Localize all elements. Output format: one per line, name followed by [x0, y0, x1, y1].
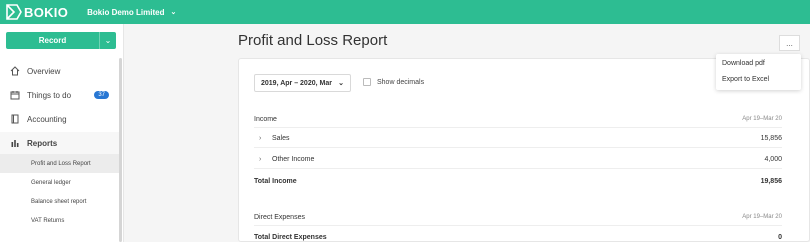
total-direct-expenses-value: 0 [778, 233, 782, 241]
income-label: Income [254, 115, 277, 123]
sidebar-item-label: Reports [27, 138, 58, 148]
sidebar-item-overview[interactable]: Overview [0, 60, 119, 82]
total-income-label: Total Income [254, 177, 297, 185]
income-header-row: Income Apr 19–Mar 20 [254, 111, 782, 128]
sales-row[interactable]: › Sales 15,856 [254, 129, 782, 148]
calendar-icon [10, 90, 20, 100]
logo-text: BOKIO [24, 4, 69, 20]
record-button[interactable]: Record [6, 32, 99, 49]
sales-label: Sales [272, 134, 290, 142]
sidebar-subitem-profit-and-loss[interactable]: Profit and Loss Report [0, 154, 119, 173]
direct-expenses-header-row: Direct Expenses Apr 19–Mar 20 [254, 209, 782, 226]
bar-chart-icon [10, 138, 20, 148]
more-icon: ... [786, 38, 793, 48]
other-income-row[interactable]: › Other Income 4,000 [254, 150, 782, 169]
sales-value: 15,856 [760, 134, 782, 142]
period-select[interactable]: 2019, Apr – 2020, Mar ⌄ [254, 74, 351, 92]
sidebar: Record ⌄ Overview Things to do 37 Accoun… [0, 24, 124, 242]
sidebar-item-reports[interactable]: Reports [0, 132, 119, 154]
chevron-down-icon: ⌄ [104, 36, 112, 45]
sidebar-scrollbar[interactable] [119, 58, 122, 242]
more-options-button[interactable]: ... [779, 35, 800, 51]
chevron-down-icon: ⌄ [170, 9, 177, 16]
show-decimals-label: Show decimals [377, 78, 425, 86]
sidebar-subitem-label: Profit and Loss Report [31, 160, 91, 167]
show-decimals-checkbox[interactable] [363, 78, 371, 86]
things-to-do-badge: 37 [94, 91, 109, 99]
period-select-value: 2019, Apr – 2020, Mar [261, 79, 332, 87]
bokio-logo-icon [6, 4, 22, 20]
sidebar-subitem-label: Balance sheet report [31, 198, 87, 205]
sidebar-item-label: Overview [27, 66, 61, 76]
sidebar-subitem-label: VAT Returns [31, 217, 65, 224]
home-icon [10, 66, 20, 76]
record-dropdown-button[interactable]: ⌄ [99, 32, 116, 49]
direct-expenses-period: Apr 19–Mar 20 [742, 214, 782, 220]
company-switcher[interactable]: Bokio Demo Limited ⌄ [87, 8, 176, 17]
other-income-label: Other Income [272, 155, 315, 163]
record-button-group: Record ⌄ [6, 32, 116, 49]
sidebar-subitem-label: General ledger [31, 179, 71, 186]
direct-expenses-label: Direct Expenses [254, 213, 305, 221]
company-name: Bokio Demo Limited [87, 7, 165, 17]
sidebar-item-label: Accounting [27, 114, 67, 124]
sidebar-subitem-general-ledger[interactable]: General ledger [0, 173, 119, 192]
other-income-value: 4,000 [764, 155, 782, 163]
more-options-menu: Download pdf Export to Excel [716, 54, 801, 90]
book-icon [10, 114, 20, 124]
top-bar: BOKIO Bokio Demo Limited ⌄ [0, 0, 810, 24]
sidebar-item-things-to-do[interactable]: Things to do 37 [0, 84, 119, 106]
sidebar-subitem-balance-sheet[interactable]: Balance sheet report [0, 192, 119, 211]
total-income-row: Total Income 19,856 [254, 172, 782, 190]
sidebar-item-accounting[interactable]: Accounting [0, 108, 119, 130]
chevron-right-icon[interactable]: › [259, 156, 269, 163]
download-pdf-menu-item[interactable]: Download pdf [722, 60, 765, 67]
show-decimals-toggle[interactable]: Show decimals [363, 78, 424, 86]
chevron-down-icon: ⌄ [338, 80, 344, 87]
sidebar-item-label: Things to do [27, 90, 72, 100]
export-excel-menu-item[interactable]: Export to Excel [722, 76, 769, 83]
total-direct-expenses-row: Total Direct Expenses 0 [254, 230, 782, 242]
page-title: Profit and Loss Report [238, 32, 388, 49]
bokio-logo[interactable]: BOKIO [6, 4, 68, 20]
total-direct-expenses-label: Total Direct Expenses [254, 233, 327, 241]
income-period: Apr 19–Mar 20 [742, 116, 782, 122]
chevron-right-icon[interactable]: › [259, 135, 269, 142]
sidebar-subitem-vat-returns[interactable]: VAT Returns [0, 211, 119, 230]
total-income-value: 19,856 [760, 177, 782, 185]
